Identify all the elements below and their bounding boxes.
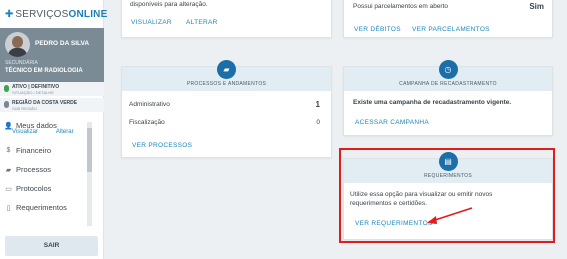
sidebar-item-label: Financeiro <box>16 146 52 155</box>
alterar-link[interactable]: ALTERAR <box>186 19 218 26</box>
status-regiao: REGIÃO DA COSTA VERDE SUB REGIÃO <box>0 98 104 112</box>
truck-icon: ▰ <box>5 166 12 174</box>
processo-row-value: 1 <box>315 100 320 109</box>
profile-role: TÉCNICO EM RADIOLOGIA <box>5 68 83 74</box>
sidebar-item-label: Protocolos <box>16 184 52 193</box>
submenu-alterar[interactable]: Alterar <box>56 129 74 141</box>
brand-prefix: SERVIÇOS <box>15 8 69 20</box>
logout-button[interactable]: SAIR <box>5 236 98 256</box>
submenu-visualizar[interactable]: Visualizar <box>12 129 38 141</box>
avatar[interactable] <box>5 32 30 57</box>
ver-processos-link[interactable]: VER PROCESSOS <box>132 142 192 149</box>
card-text: disponíveis para alteração. <box>130 1 208 8</box>
processo-row-label: Fiscalização <box>129 119 165 126</box>
card-title: PROCESSOS E ANDAMENTOS <box>186 81 267 87</box>
logo-icon: ✚ <box>5 8 14 20</box>
financeiro-card: Possui parcelamentos em aberto Sim VER D… <box>343 0 553 38</box>
avatar-face <box>12 36 23 48</box>
situacao-detail: SITUAÇÃO / DETALHE <box>12 90 54 95</box>
card-header: ◷ CAMPANHA DE RECADASTRAMENTO <box>344 60 552 91</box>
brand-logo[interactable]: ✚ SERVIÇOSONLINE <box>0 0 107 28</box>
highlight-box <box>339 148 555 243</box>
arrow-annotation <box>427 207 473 224</box>
sidebar: ✚ SERVIÇOSONLINE PEDRO DA SILVA SECUNDÁR… <box>0 0 107 259</box>
brand-suffix: ONLINE <box>68 8 108 20</box>
folder-icon: ▭ <box>5 185 12 193</box>
user-name: PEDRO DA SILVA <box>35 40 90 47</box>
card-title: CAMPANHA DE RECADASTRAMENTO <box>399 81 497 87</box>
ver-debitos-link[interactable]: VER DÉBITOS <box>354 26 401 33</box>
profile-subtitle: SECUNDÁRIA <box>5 60 38 66</box>
parcelamentos-question: Possui parcelamentos em aberto <box>353 3 449 10</box>
location-pin-icon <box>4 101 9 108</box>
clock-icon: ◷ <box>438 60 458 79</box>
ver-parcelamentos-link[interactable]: VER PARCELAMENTOS <box>412 26 490 33</box>
sidebar-scrollbar[interactable] <box>87 122 92 226</box>
processos-card: ▰ PROCESSOS E ANDAMENTOS Administrativo … <box>121 60 332 158</box>
avatar-body <box>8 48 27 57</box>
sidebar-item-label: Requerimentos <box>16 203 67 212</box>
meus-dados-card: disponíveis para alteração. VISUALIZAR A… <box>121 0 332 38</box>
card-text: Existe uma campanha de recadastramento v… <box>353 99 512 106</box>
visualizar-link[interactable]: VISUALIZAR <box>131 19 172 26</box>
truck-icon: ▰ <box>217 60 236 79</box>
status-situacao: ATIVO | DEFINITIVO SITUAÇÃO / DETALHE <box>0 82 104 96</box>
sidebar-item-label: Processos <box>16 165 52 174</box>
dollar-icon: $ <box>6 147 11 154</box>
status-dot-icon <box>4 85 9 92</box>
processo-row-label: Administrativo <box>129 101 170 108</box>
regiao-detail: SUB REGIÃO <box>12 106 37 111</box>
processo-row-value: 0 <box>316 119 320 126</box>
parcelamentos-answer: Sim <box>529 2 544 11</box>
recadastramento-card: ◷ CAMPANHA DE RECADASTRAMENTO Existe uma… <box>343 60 553 136</box>
acessar-campanha-link[interactable]: ACESSAR CAMPANHA <box>355 119 429 126</box>
card-header: ▰ PROCESSOS E ANDAMENTOS <box>122 60 331 91</box>
document-icon: ▯ <box>6 204 11 212</box>
scroll-thumb[interactable] <box>87 128 92 172</box>
